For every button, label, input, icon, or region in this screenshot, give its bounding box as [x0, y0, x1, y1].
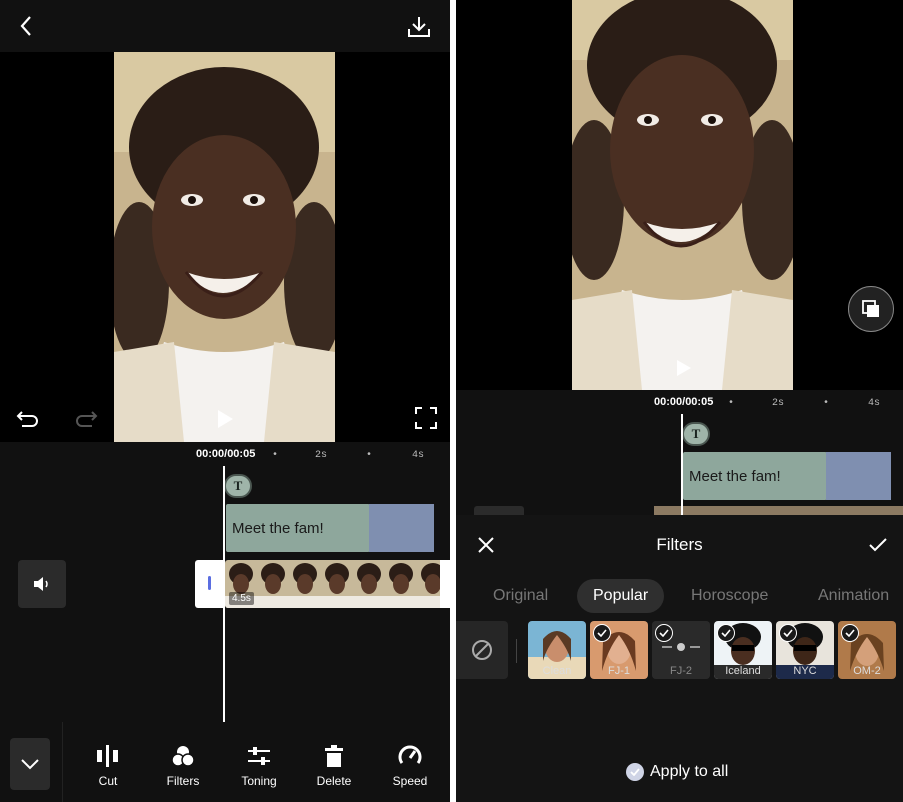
preview-frame: [572, 0, 793, 390]
apply-to-all-toggle[interactable]: Apply to all: [626, 763, 728, 781]
top-bar: [0, 0, 450, 52]
filter-label: FJ-1: [608, 665, 630, 677]
toolbar-label: Speed: [392, 774, 428, 788]
caption-clip[interactable]: Meet the fam!: [226, 504, 370, 552]
volume-icon[interactable]: [18, 560, 66, 608]
play-icon[interactable]: [212, 406, 238, 432]
tab-original[interactable]: Original: [493, 587, 548, 605]
toolbar-cut[interactable]: Cut: [78, 742, 138, 788]
toolbar-filters[interactable]: Filters: [153, 742, 213, 788]
tab-horoscope[interactable]: Horoscope: [691, 587, 768, 605]
fullscreen-icon[interactable]: [412, 404, 440, 432]
caption-text: Meet the fam!: [689, 467, 781, 485]
ruler-dot: •: [272, 450, 279, 461]
toolbar-speed[interactable]: Speed: [380, 742, 440, 788]
filters-screen: 00:00/00:05 • 2s • 4s T Meet the fam! Fi…: [456, 0, 903, 802]
toolbar-delete[interactable]: Delete: [304, 742, 364, 788]
timecode: 00:00/00:05: [196, 448, 256, 460]
timecode: 00:00/00:05: [654, 396, 714, 408]
no-filter-icon[interactable]: [456, 621, 508, 679]
checkbox-checked-icon: [626, 763, 644, 781]
filter-label: NYC: [793, 665, 817, 677]
caption-clip-tail[interactable]: [826, 452, 891, 500]
download-icon[interactable]: [404, 12, 434, 42]
filter-label: Iceland: [725, 665, 761, 677]
toolbar-divider: [62, 722, 63, 802]
video-clip[interactable]: 4.5s: [225, 560, 450, 608]
filter-label: FJ-2: [670, 665, 692, 677]
ruler-dot: •: [366, 450, 373, 461]
speed-icon: [380, 742, 440, 770]
toolbar-toning[interactable]: Toning: [229, 742, 289, 788]
cut-icon: [78, 742, 138, 770]
playhead[interactable]: [223, 466, 225, 722]
preview-frame: [114, 52, 335, 442]
ruler-tick-2s: 2s: [315, 450, 328, 461]
clip-end-handle[interactable]: [440, 560, 450, 608]
panel-title: Filters: [656, 535, 703, 554]
filters-icon: [153, 742, 213, 770]
redo-icon[interactable]: [72, 404, 100, 432]
toolbar-label: Cut: [98, 774, 118, 788]
divider: [516, 639, 517, 663]
toolbar-label: Toning: [241, 774, 277, 788]
ruler-tick-2s: 2s: [772, 398, 785, 409]
caption-clip[interactable]: Meet the fam!: [683, 452, 827, 500]
ruler-tick-4s: 4s: [868, 398, 881, 409]
ruler-tick-4s: 4s: [412, 450, 425, 461]
text-track-icon[interactable]: T: [224, 474, 252, 498]
filters-panel: Filters Original Popular Horoscope Anima…: [456, 515, 903, 802]
undo-icon[interactable]: [14, 404, 42, 432]
caption-clip-tail[interactable]: [369, 504, 434, 552]
caption-text: Meet the fam!: [232, 519, 324, 537]
toolbar-label: Delete: [316, 774, 352, 788]
play-icon[interactable]: [672, 356, 696, 380]
toning-icon: [229, 742, 289, 770]
back-icon[interactable]: [12, 12, 40, 40]
clip-trim-handle[interactable]: [195, 560, 225, 608]
filter-label: OM-2: [853, 665, 881, 677]
playhead[interactable]: [681, 414, 683, 515]
text-track-icon[interactable]: T: [682, 422, 710, 446]
ruler-dot: •: [728, 398, 735, 409]
tab-popular[interactable]: Popular: [577, 579, 665, 613]
trash-icon: [304, 742, 364, 770]
confirm-check-icon[interactable]: [866, 533, 890, 557]
video-preview: [0, 52, 450, 442]
compare-icon[interactable]: [848, 286, 894, 332]
editor-screen: 00:00/00:05 • 2s • 4s T Meet the fam! 4.…: [0, 0, 450, 802]
tab-animation[interactable]: Animation: [818, 587, 889, 605]
apply-to-all-label: Apply to all: [650, 763, 729, 780]
collapse-chevron-icon[interactable]: [10, 738, 50, 790]
clip-duration: 4.5s: [229, 592, 254, 605]
toolbar-label: Filters: [166, 774, 200, 788]
filter-label: Clean: [542, 665, 572, 677]
ruler-dot: •: [823, 398, 830, 409]
